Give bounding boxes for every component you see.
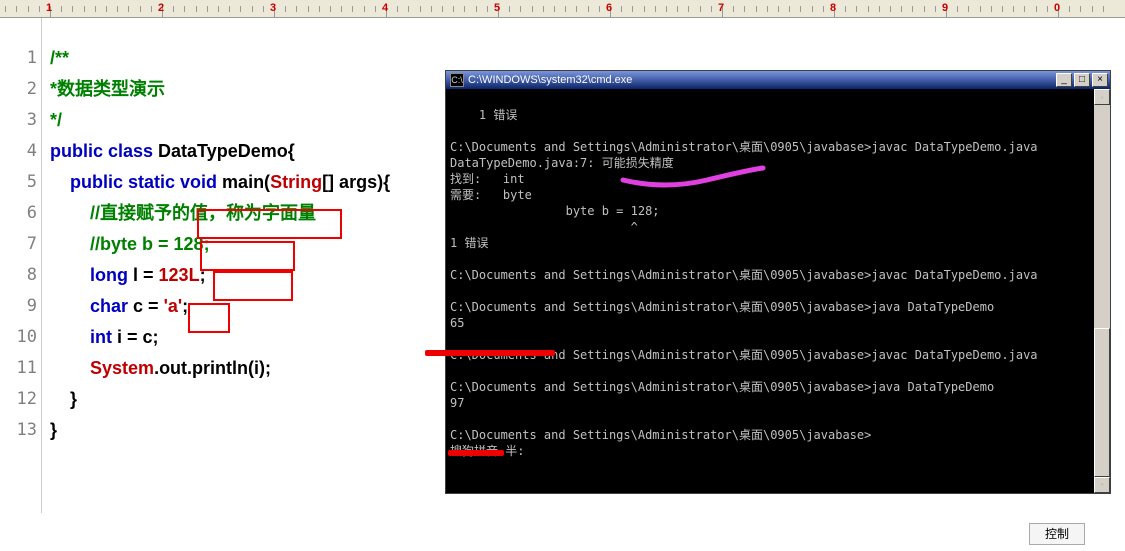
line-number: 12	[0, 384, 37, 415]
ruler: 1 2 3 4 5 6 7 8 9 0	[0, 0, 1125, 18]
cmd-title-text: C:\WINDOWS\system32\cmd.exe	[468, 74, 1054, 86]
annotation-underline	[425, 350, 555, 356]
code-line: */	[50, 105, 390, 136]
cmd-window: C:\ C:\WINDOWS\system32\cmd.exe _ □ × 1 …	[445, 70, 1111, 494]
line-number: 10	[0, 322, 37, 353]
maximize-button[interactable]: □	[1074, 73, 1090, 87]
code-line: long l = 123L;	[50, 260, 390, 291]
control-button[interactable]: 控制	[1029, 523, 1085, 545]
code-line: *数据类型演示	[50, 74, 390, 105]
line-number: 13	[0, 415, 37, 446]
cmd-titlebar[interactable]: C:\ C:\WINDOWS\system32\cmd.exe _ □ ×	[446, 71, 1110, 89]
scroll-down-button[interactable]: ▾	[1094, 477, 1110, 493]
code-area[interactable]: /***数据类型演示*/public class DataTypeDemo{ p…	[42, 18, 390, 513]
line-number: 9	[0, 291, 37, 322]
code-line: public class DataTypeDemo{	[50, 136, 390, 167]
code-line: //直接赋予的值，称为字面量	[50, 198, 390, 229]
line-number: 5	[0, 167, 37, 198]
cmd-icon: C:\	[450, 73, 464, 87]
line-number: 8	[0, 260, 37, 291]
code-line: int i = c;	[50, 322, 390, 353]
scroll-thumb[interactable]	[1094, 328, 1110, 477]
ruler-label: 2	[158, 2, 164, 14]
ruler-label: 9	[942, 2, 948, 14]
line-number: 1	[0, 43, 37, 74]
close-button[interactable]: ×	[1092, 73, 1108, 87]
ruler-label: 4	[382, 2, 388, 14]
code-line: }	[50, 415, 390, 446]
scroll-track[interactable]	[1094, 105, 1110, 477]
ruler-label: 8	[830, 2, 836, 14]
scroll-up-button[interactable]: ▴	[1094, 89, 1110, 105]
annotation-underline	[448, 450, 504, 456]
ruler-label: 3	[270, 2, 276, 14]
line-number: 11	[0, 353, 37, 384]
cmd-scrollbar[interactable]: ▴ ▾	[1094, 89, 1110, 493]
ruler-label: 5	[494, 2, 500, 14]
code-line: /**	[50, 43, 390, 74]
minimize-button[interactable]: _	[1056, 73, 1072, 87]
line-number: 7	[0, 229, 37, 260]
cmd-text: 1 错误 C:\Documents and Settings\Administr…	[450, 108, 1038, 458]
code-line: //byte b = 128;	[50, 229, 390, 260]
ruler-label: 6	[606, 2, 612, 14]
code-line: char c = 'a';	[50, 291, 390, 322]
line-number: 4	[0, 136, 37, 167]
line-gutter: 12345678910111213	[0, 18, 42, 513]
ruler-label: 0	[1054, 2, 1060, 14]
line-number: 2	[0, 74, 37, 105]
cmd-output[interactable]: 1 错误 C:\Documents and Settings\Administr…	[446, 89, 1110, 493]
ruler-label: 7	[718, 2, 724, 14]
code-line: }	[50, 384, 390, 415]
code-line: public static void main(String[] args){	[50, 167, 390, 198]
code-line: System.out.println(i);	[50, 353, 390, 384]
ruler-label: 1	[46, 2, 52, 14]
line-number: 3	[0, 105, 37, 136]
line-number: 6	[0, 198, 37, 229]
